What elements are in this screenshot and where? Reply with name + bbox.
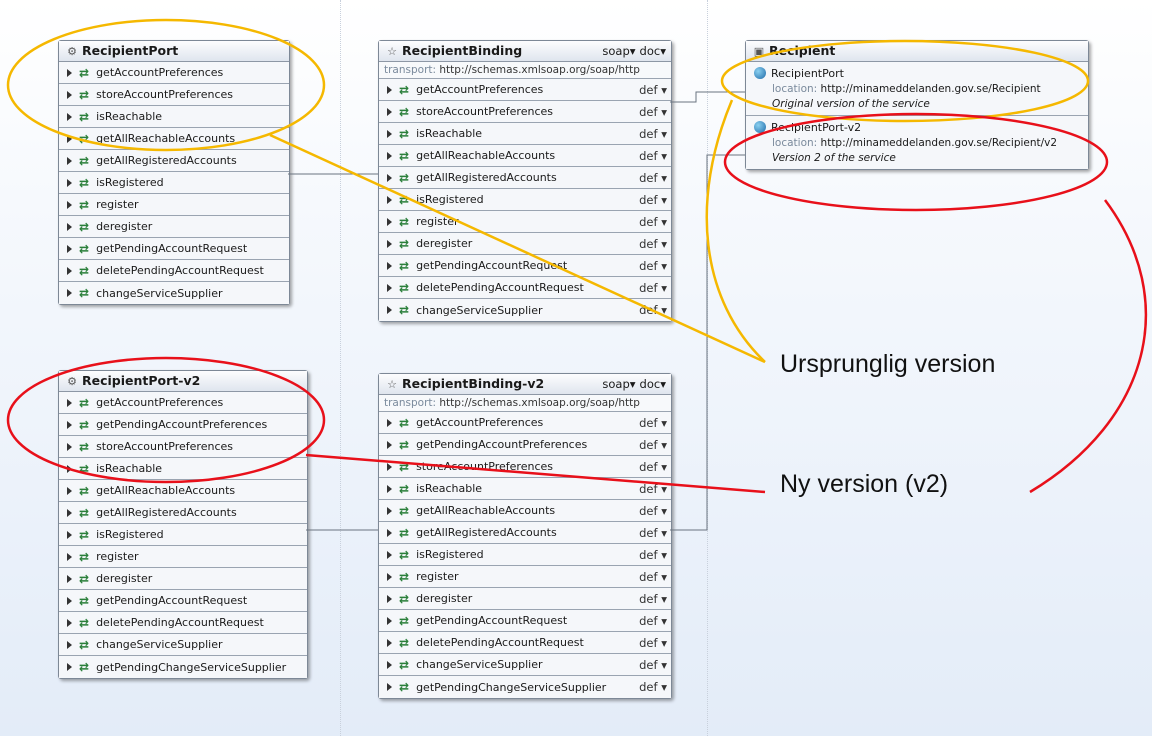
highlight-ellipse-new-port <box>6 356 326 484</box>
callout-original-version: Ursprunglig version <box>780 350 996 378</box>
diagram-canvas: ⚙ RecipientPort ⇄ getAccountPreferences ⇄ st… <box>0 0 1152 736</box>
pointer-line-original-port <box>269 133 766 364</box>
connector-binding-service-v1 <box>670 91 745 103</box>
highlight-ellipse-new-service <box>723 112 1109 212</box>
highlight-ellipse-original-service <box>720 39 1090 123</box>
pointer-curve-new-service <box>1029 199 1148 494</box>
highlight-ellipse-original-port <box>6 18 326 152</box>
pointer-line-new-port <box>305 453 766 494</box>
pointer-curve-original-service <box>705 99 766 363</box>
callout-new-version: Ny version (v2) <box>780 470 949 498</box>
